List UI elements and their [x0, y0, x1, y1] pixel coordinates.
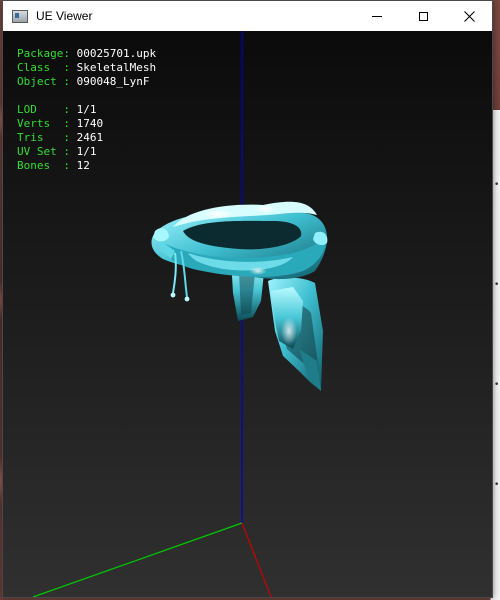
title-bar[interactable]: UE Viewer	[3, 1, 492, 31]
info-value: 12	[76, 159, 90, 172]
info-row-package: Package: 00025701.upk	[17, 47, 156, 61]
window-title: UE Viewer	[36, 9, 93, 23]
y-axis-line	[32, 522, 243, 597]
3d-viewport[interactable]: Package: 00025701.upk Class : SkeletalMe…	[3, 31, 492, 597]
app-icon[interactable]	[12, 9, 28, 23]
info-row-lod: LOD : 1/1	[17, 103, 156, 117]
minimize-button[interactable]	[354, 1, 400, 31]
info-row-class: Class : SkeletalMesh	[17, 61, 156, 75]
info-value: 1740	[76, 117, 104, 130]
maximize-icon	[418, 11, 428, 21]
info-label: Class :	[17, 61, 77, 74]
info-row-bones: Bones : 12	[17, 159, 156, 173]
x-axis-line	[241, 522, 272, 597]
info-label: LOD :	[17, 103, 77, 116]
maximize-button[interactable]	[400, 1, 446, 31]
info-value: SkeletalMesh	[76, 61, 157, 74]
info-value: 1/1	[76, 145, 97, 158]
background-mark: •	[494, 480, 500, 490]
info-value: 00025701.upk	[76, 47, 157, 60]
info-label: Tris :	[17, 131, 77, 144]
background-mark: •	[494, 380, 500, 390]
info-row-verts: Verts : 1740	[17, 117, 156, 131]
info-value: 090048_LynF	[76, 75, 150, 88]
mesh-info-panel: Package: 00025701.upk Class : SkeletalMe…	[17, 47, 156, 173]
info-row-uvset: UV Set : 1/1	[17, 145, 156, 159]
background-mark: •	[494, 280, 500, 290]
ue-viewer-window[interactable]: UE Viewer Package: 00025701.upk Class: …	[2, 0, 493, 598]
close-button[interactable]	[446, 1, 492, 31]
info-label: Bones :	[17, 159, 77, 172]
info-label: UV Set :	[17, 145, 77, 158]
close-icon	[463, 10, 475, 22]
skeletal-mesh	[151, 201, 328, 391]
info-value: 1/1	[76, 103, 97, 116]
minimize-icon	[372, 15, 382, 17]
info-gap	[17, 89, 156, 103]
info-label: Verts :	[17, 117, 77, 130]
info-label: Object :	[17, 75, 77, 88]
info-label: Package:	[17, 47, 77, 60]
info-row-tris: Tris : 2461	[17, 131, 156, 145]
info-row-object: Object : 090048_LynF	[17, 75, 156, 89]
info-value: 2461	[76, 131, 104, 144]
background-mark: •	[494, 180, 500, 190]
